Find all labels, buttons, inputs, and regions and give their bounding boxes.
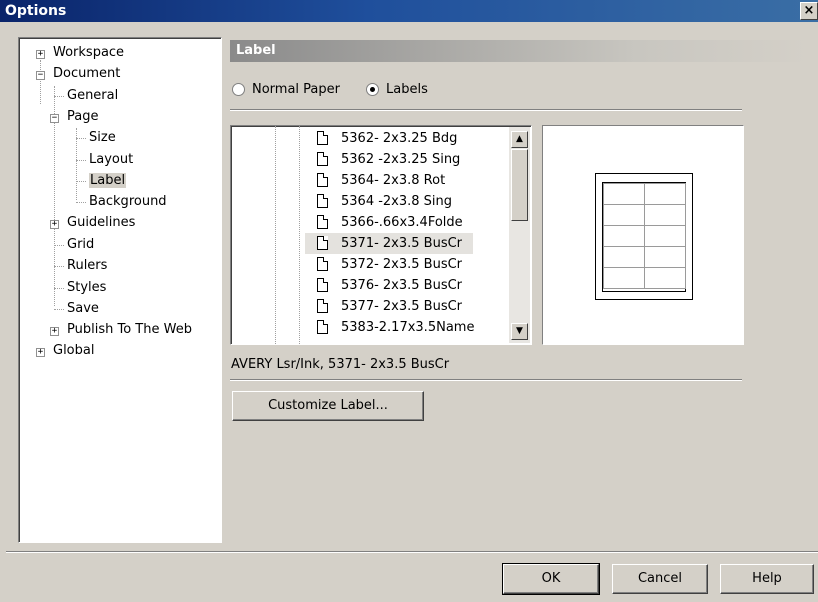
preview-label-cell — [603, 204, 645, 226]
document-page-icon — [317, 215, 328, 229]
normal-paper-radio[interactable] — [232, 83, 245, 96]
collapse-icon[interactable]: − — [36, 71, 45, 80]
tree-item-label[interactable]: Label — [89, 171, 127, 191]
list-item[interactable]: 5372- 2x3.5 BusCr — [305, 254, 505, 275]
close-button[interactable]: × — [800, 2, 818, 20]
divider — [230, 109, 742, 111]
preview-label-cell — [603, 225, 645, 247]
cancel-button[interactable]: Cancel — [612, 564, 708, 594]
tree-connector — [76, 181, 86, 182]
expand-icon[interactable]: + — [50, 327, 59, 336]
tree-connector — [54, 309, 64, 310]
tree-connector — [299, 126, 300, 344]
preview-sheet — [595, 173, 693, 300]
tree-item-styles[interactable]: Styles — [67, 278, 106, 298]
preview-label-cell — [644, 204, 686, 226]
document-page-icon — [317, 320, 328, 334]
tree-item-background[interactable]: Background — [89, 192, 167, 212]
tree-connector — [275, 126, 276, 344]
tree-item-publish[interactable]: Publish To The Web — [67, 320, 192, 340]
tree-item-global[interactable]: Global — [53, 341, 94, 361]
tree-connector — [54, 288, 64, 289]
preview-label-cell — [603, 183, 645, 205]
list-item[interactable]: 5377- 2x3.5 BusCr — [305, 296, 505, 317]
document-page-icon — [317, 278, 328, 292]
collapse-icon[interactable]: − — [50, 114, 59, 123]
list-item[interactable]: 5364- 2x3.8 Rot — [305, 170, 505, 191]
document-page-icon — [317, 257, 328, 271]
labels-label[interactable]: Labels — [386, 80, 428, 100]
label-type-list[interactable]: 5362- 2x3.25 Bdg 5362 -2x3.25 Sing 5364-… — [230, 125, 532, 345]
document-page-icon — [317, 194, 328, 208]
selected-label-description: AVERY Lsr/Ink, 5371- 2x3.5 BusCr — [231, 357, 450, 372]
document-page-icon — [317, 152, 328, 166]
tree-item-layout[interactable]: Layout — [89, 150, 133, 170]
window-title: Options — [5, 3, 67, 19]
tree-connector — [76, 160, 86, 161]
label-preview — [542, 125, 744, 345]
document-page-icon — [317, 299, 328, 313]
tree-item-size[interactable]: Size — [89, 128, 116, 148]
tree-item-workspace[interactable]: Workspace — [53, 43, 124, 63]
list-item[interactable]: 5376- 2x3.5 BusCr — [305, 275, 505, 296]
divider — [230, 379, 742, 381]
expand-icon[interactable]: + — [36, 348, 45, 357]
scroll-thumb[interactable] — [511, 149, 528, 221]
preview-label-cell — [603, 246, 645, 268]
tree-item-general[interactable]: General — [67, 86, 118, 106]
scroll-down-arrow-icon[interactable]: ▼ — [511, 323, 528, 340]
tree-connector — [54, 266, 64, 267]
customize-label-button[interactable]: Customize Label... — [232, 391, 424, 421]
preview-sheet-inner — [602, 182, 686, 292]
tree-item-rulers[interactable]: Rulers — [67, 256, 107, 276]
tree-item-label-text: Label — [89, 173, 127, 188]
tree-connector — [54, 245, 64, 246]
document-page-icon — [317, 131, 328, 145]
expand-icon[interactable]: + — [36, 50, 45, 59]
tree-item-document[interactable]: Document — [53, 64, 120, 84]
document-page-icon — [317, 173, 328, 187]
list-scrollbar[interactable]: ▲ ▼ — [509, 127, 530, 343]
panel-header: Label — [230, 40, 810, 62]
normal-paper-label[interactable]: Normal Paper — [252, 80, 340, 100]
divider — [6, 551, 818, 553]
document-page-icon — [317, 236, 328, 250]
preview-label-cell — [644, 246, 686, 268]
tree-item-page[interactable]: Page — [67, 107, 98, 127]
preview-label-cell — [644, 183, 686, 205]
list-item[interactable]: 5362 -2x3.25 Sing — [305, 149, 505, 170]
list-item[interactable]: 5362- 2x3.25 Bdg — [305, 128, 505, 149]
tree-item-grid[interactable]: Grid — [67, 235, 94, 255]
options-tree: + Workspace − Document General − Page Si… — [18, 37, 222, 543]
help-button[interactable]: Help — [720, 564, 814, 594]
tree-connector — [40, 60, 41, 104]
expand-icon[interactable]: + — [50, 220, 59, 229]
list-item[interactable]: 5364 -2x3.8 Sing — [305, 191, 505, 212]
panel-title: Label — [236, 43, 276, 58]
scroll-up-arrow-icon[interactable]: ▲ — [511, 131, 528, 148]
preview-label-cell — [644, 225, 686, 247]
tree-connector — [54, 96, 64, 97]
labels-radio[interactable] — [366, 83, 379, 96]
tree-item-guidelines[interactable]: Guidelines — [67, 213, 135, 233]
title-bar: Options × — [0, 0, 818, 22]
list-item-selected[interactable]: 5371- 2x3.5 BusCr — [305, 233, 473, 254]
ok-button[interactable]: OK — [502, 563, 600, 595]
list-item[interactable]: 5383-2.17x3.5Name — [305, 317, 505, 338]
preview-label-cell — [603, 267, 645, 289]
tree-connector — [76, 202, 86, 203]
tree-item-save[interactable]: Save — [67, 299, 99, 319]
radio-selected-dot — [370, 87, 375, 92]
preview-label-cell — [644, 267, 686, 289]
tree-connector — [76, 138, 86, 139]
list-item[interactable]: 5366-.66x3.4Folde — [305, 212, 505, 233]
